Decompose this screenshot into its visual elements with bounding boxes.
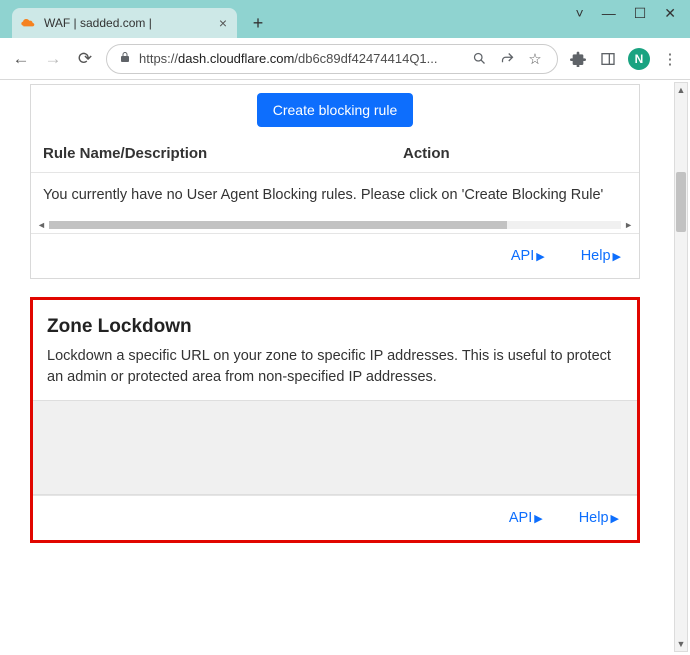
column-header-action: Action (403, 145, 450, 162)
page-viewport: Create blocking rule Rule Name/Descripti… (0, 80, 690, 655)
ua-blocking-card: Create blocking rule Rule Name/Descripti… (30, 84, 640, 279)
back-button[interactable]: ← (10, 48, 32, 70)
window-close-button[interactable]: ✕ (664, 6, 676, 20)
horizontal-scrollbar[interactable]: ◄ ► (31, 217, 639, 233)
chevron-down-icon[interactable]: ˅ (576, 6, 584, 20)
browser-titlebar: WAF | sadded.com | × + ˅ — ☐ ✕ (0, 0, 690, 38)
chevron-right-icon: ▶ (613, 250, 621, 263)
lock-icon (119, 51, 131, 66)
chevron-right-icon: ▶ (536, 250, 544, 263)
empty-state-message: You currently have no User Agent Blockin… (31, 172, 639, 217)
zone-lockdown-card: Zone Lockdown Lockdown a specific URL on… (30, 297, 640, 543)
extensions-icon[interactable] (568, 49, 588, 69)
star-icon[interactable]: ☆ (525, 49, 545, 69)
zone-lockdown-description: Lockdown a specific URL on your zone to … (47, 346, 623, 388)
cloudflare-favicon (20, 15, 36, 31)
browser-tab[interactable]: WAF | sadded.com | × (12, 8, 237, 38)
vertical-scrollbar[interactable]: ▲ ▼ (674, 82, 688, 652)
api-link[interactable]: API ▶ (511, 248, 545, 264)
tab-title: WAF | sadded.com | (44, 16, 211, 30)
zone-lockdown-title: Zone Lockdown (47, 316, 623, 338)
vertical-scroll-thumb[interactable] (676, 172, 686, 232)
search-icon[interactable] (469, 49, 489, 69)
new-tab-button[interactable]: + (249, 14, 267, 32)
reload-button[interactable]: ⟳ (74, 48, 96, 70)
url-text: https://dash.cloudflare.com/db6c89df4247… (139, 51, 461, 66)
chevron-right-icon: ▶ (611, 512, 619, 525)
profile-avatar[interactable]: N (628, 48, 650, 70)
scroll-down-icon[interactable]: ▼ (675, 637, 687, 651)
horizontal-scroll-thumb[interactable] (49, 221, 507, 229)
window-maximize-button[interactable]: ☐ (634, 6, 647, 20)
menu-icon[interactable]: ⋮ (660, 49, 680, 69)
help-link[interactable]: Help ▶ (581, 248, 621, 264)
close-tab-icon[interactable]: × (219, 16, 227, 30)
share-icon[interactable] (497, 49, 517, 69)
help-link[interactable]: Help ▶ (579, 510, 619, 526)
zone-lockdown-placeholder (33, 400, 637, 495)
scroll-right-icon[interactable]: ► (624, 220, 633, 230)
scroll-left-icon[interactable]: ◄ (37, 220, 46, 230)
forward-button[interactable]: → (42, 48, 64, 70)
api-link[interactable]: API ▶ (509, 510, 543, 526)
column-header-rule-name: Rule Name/Description (43, 145, 403, 162)
panel-icon[interactable] (598, 49, 618, 69)
create-blocking-rule-button[interactable]: Create blocking rule (257, 93, 414, 127)
window-minimize-button[interactable]: — (602, 6, 616, 20)
scroll-up-icon[interactable]: ▲ (675, 83, 687, 97)
address-bar[interactable]: https://dash.cloudflare.com/db6c89df4247… (106, 44, 558, 74)
browser-toolbar: ← → ⟳ https://dash.cloudflare.com/db6c89… (0, 38, 690, 80)
chevron-right-icon: ▶ (534, 512, 542, 525)
